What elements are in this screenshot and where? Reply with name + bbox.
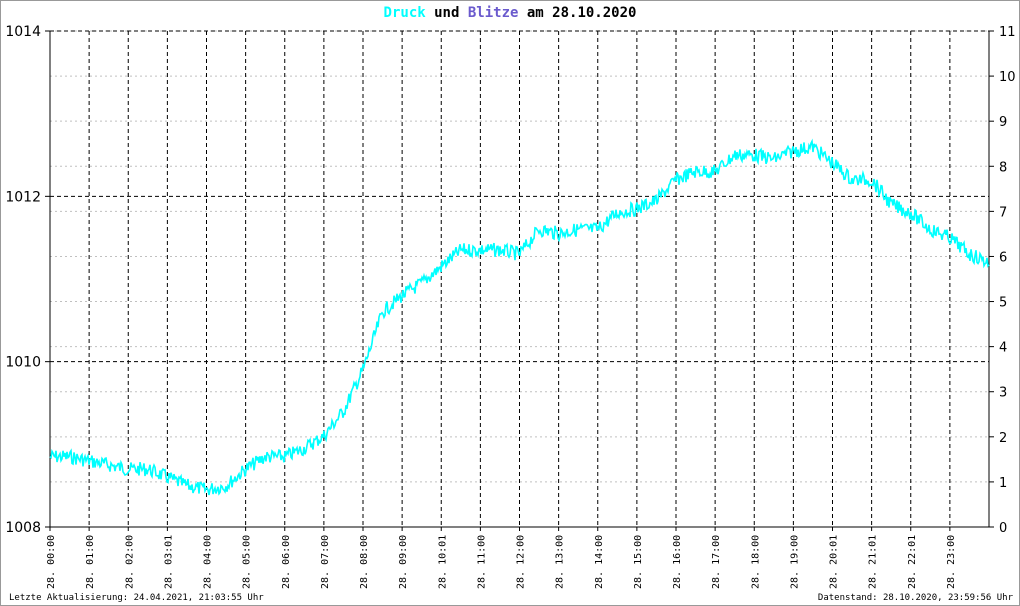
x-tick-label: 28. 00:00 [46,535,57,589]
y2-tick-label: 6 [999,250,1007,265]
y-tick-label: 1010 [5,355,41,371]
y2-tick-label: 2 [999,431,1007,446]
x-tick-label: 28. 03:01 [163,535,174,589]
x-tick-label: 28. 08:00 [359,535,370,589]
y2-tick-label: 7 [999,205,1007,220]
y-tick-label: 1012 [5,189,41,205]
x-tick-label: 28. 01:00 [85,535,96,589]
x-tick-label: 28. 15:00 [633,535,644,589]
y2-tick-label: 8 [999,160,1007,175]
x-tick-label: 28. 12:00 [516,535,527,589]
last-update: Letzte Aktualisierung: 24.04.2021, 21:03… [9,593,264,603]
x-tick-label: 28. 20:01 [829,535,840,589]
x-tick-label: 28. 14:00 [594,535,605,589]
x-tick-label: 28. 19:00 [789,535,800,589]
x-tick-label: 28. 07:00 [320,535,331,589]
y2-tick-label: 0 [999,521,1007,536]
plot-area: 0 1 2 3 4 5 6 7 8 9 10 11 1008 1010 1012 1014 28. 00:00 2… [5,24,1016,589]
x-tick-label: 28. 04:00 [203,535,214,589]
x-tick-label: 28. 21:01 [868,535,879,589]
x-tick-label: 28. 23:00 [946,535,957,589]
y2-tick-label: 10 [999,70,1016,85]
data-status: Datenstand: 28.10.2020, 23:59:56 Uhr [817,593,1013,603]
x-tick-label: 28. 02:00 [124,535,135,589]
x-tick-label: 28. 05:00 [242,535,253,589]
y2-tick-label: 11 [999,25,1016,40]
x-tick-label: 28. 11:00 [476,535,487,589]
x-tick-label: 28. 09:00 [398,535,409,589]
x-tick-label: 28. 06:00 [281,535,292,589]
x-tick-label: 28. 16:00 [672,535,683,589]
y2-tick-label: 1 [999,476,1007,491]
y2-tick-label: 4 [999,341,1007,356]
y2-tick-label: 9 [999,115,1007,130]
x-tick-label: 28. 17:00 [711,535,722,589]
x-tick-label: 28. 13:00 [555,535,566,589]
y-tick-label: 1014 [5,24,41,40]
y2-tick-label: 3 [999,386,1007,401]
chart-image: Druck und Blitze am 28.10.2020 012345678… [0,0,1020,606]
y2-tick-label: 5 [999,296,1007,311]
x-tick-label: 28. 18:00 [750,535,761,589]
y-tick-label: 1008 [5,520,41,536]
x-tick-label: 28. 22:01 [907,535,918,589]
x-tick-label: 28. 10:01 [437,535,448,589]
